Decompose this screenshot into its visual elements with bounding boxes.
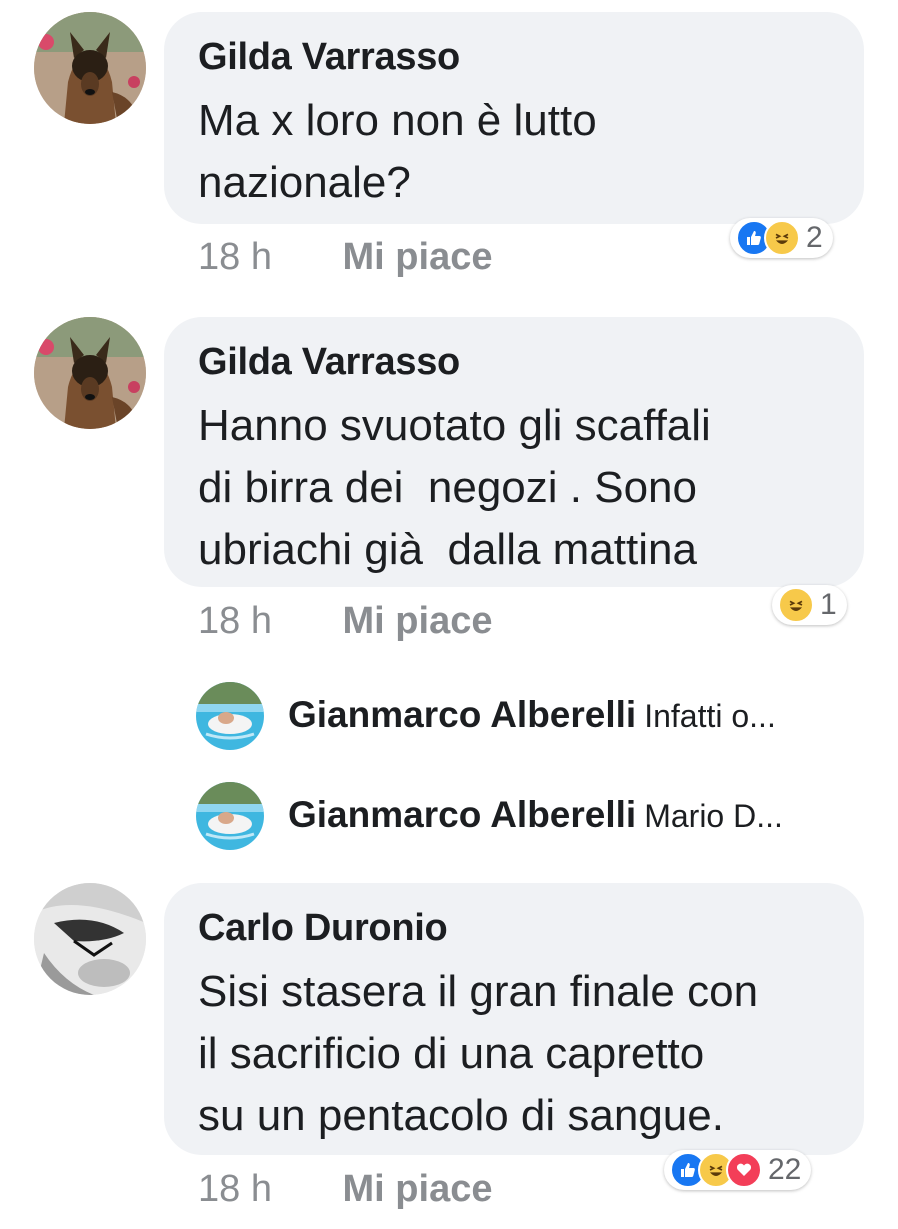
avatar[interactable]: [34, 317, 146, 429]
comment-author[interactable]: Gilda Varrasso: [198, 339, 834, 385]
like-button[interactable]: Mi piace: [343, 1168, 493, 1211]
dog-avatar-icon: [34, 12, 146, 124]
reply-snippet: Infatti o...: [644, 698, 776, 734]
avatar[interactable]: [34, 12, 146, 124]
reply-text: Gianmarco Alberelli Infatti o...: [288, 694, 776, 736]
comment-bubble[interactable]: Carlo Duronio Sisi stasera il gran final…: [164, 883, 864, 1155]
comment-meta: 18 h Mi piace: [198, 600, 492, 643]
dog-avatar-icon: [34, 317, 146, 429]
avatar[interactable]: [196, 682, 264, 750]
reply-item[interactable]: Gianmarco Alberelli Infatti o...: [196, 682, 876, 750]
comment-bubble[interactable]: Gilda Varrasso Hanno svuotato gli scaffa…: [164, 317, 864, 587]
reaction-summary[interactable]: 1: [772, 585, 847, 625]
comment-text: Hanno svuotato gli scaffali di birra dei…: [198, 401, 711, 574]
comment-time[interactable]: 18 h: [198, 1168, 272, 1211]
comment-author[interactable]: Carlo Duronio: [198, 905, 834, 951]
reply-snippet: Mario D...: [644, 798, 783, 834]
comment-meta: 18 h Mi piace: [198, 236, 492, 279]
comment-time[interactable]: 18 h: [198, 600, 272, 643]
pool-avatar-icon: [196, 682, 264, 750]
reaction-count: 2: [806, 221, 823, 254]
reply-author[interactable]: Gianmarco Alberelli: [288, 794, 636, 835]
comment-author[interactable]: Gilda Varrasso: [198, 34, 834, 80]
avatar[interactable]: [196, 782, 264, 850]
haha-icon: [764, 220, 800, 256]
haha-icon: [778, 587, 814, 623]
comment-time[interactable]: 18 h: [198, 236, 272, 279]
avatar[interactable]: [34, 883, 146, 995]
comment-meta: 18 h Mi piace: [198, 1168, 492, 1211]
reaction-summary[interactable]: 22: [664, 1150, 812, 1190]
bw-avatar-icon: [34, 883, 146, 995]
reaction-count: 22: [768, 1153, 802, 1186]
comment-text: Sisi stasera il gran finale con il sacri…: [198, 967, 759, 1140]
comment-bubble[interactable]: Gilda Varrasso Ma x loro non è lutto naz…: [164, 12, 864, 224]
love-icon: [726, 1152, 762, 1188]
reaction-summary[interactable]: 2: [730, 218, 833, 258]
like-button[interactable]: Mi piace: [343, 236, 493, 279]
comment-text: Ma x loro non è lutto nazionale?: [198, 96, 597, 207]
reply-author[interactable]: Gianmarco Alberelli: [288, 694, 636, 735]
reaction-count: 1: [820, 588, 837, 621]
pool-avatar-icon: [196, 782, 264, 850]
reply-text: Gianmarco Alberelli Mario D...: [288, 794, 783, 836]
reply-item[interactable]: Gianmarco Alberelli Mario D...: [196, 782, 876, 850]
like-button[interactable]: Mi piace: [343, 600, 493, 643]
